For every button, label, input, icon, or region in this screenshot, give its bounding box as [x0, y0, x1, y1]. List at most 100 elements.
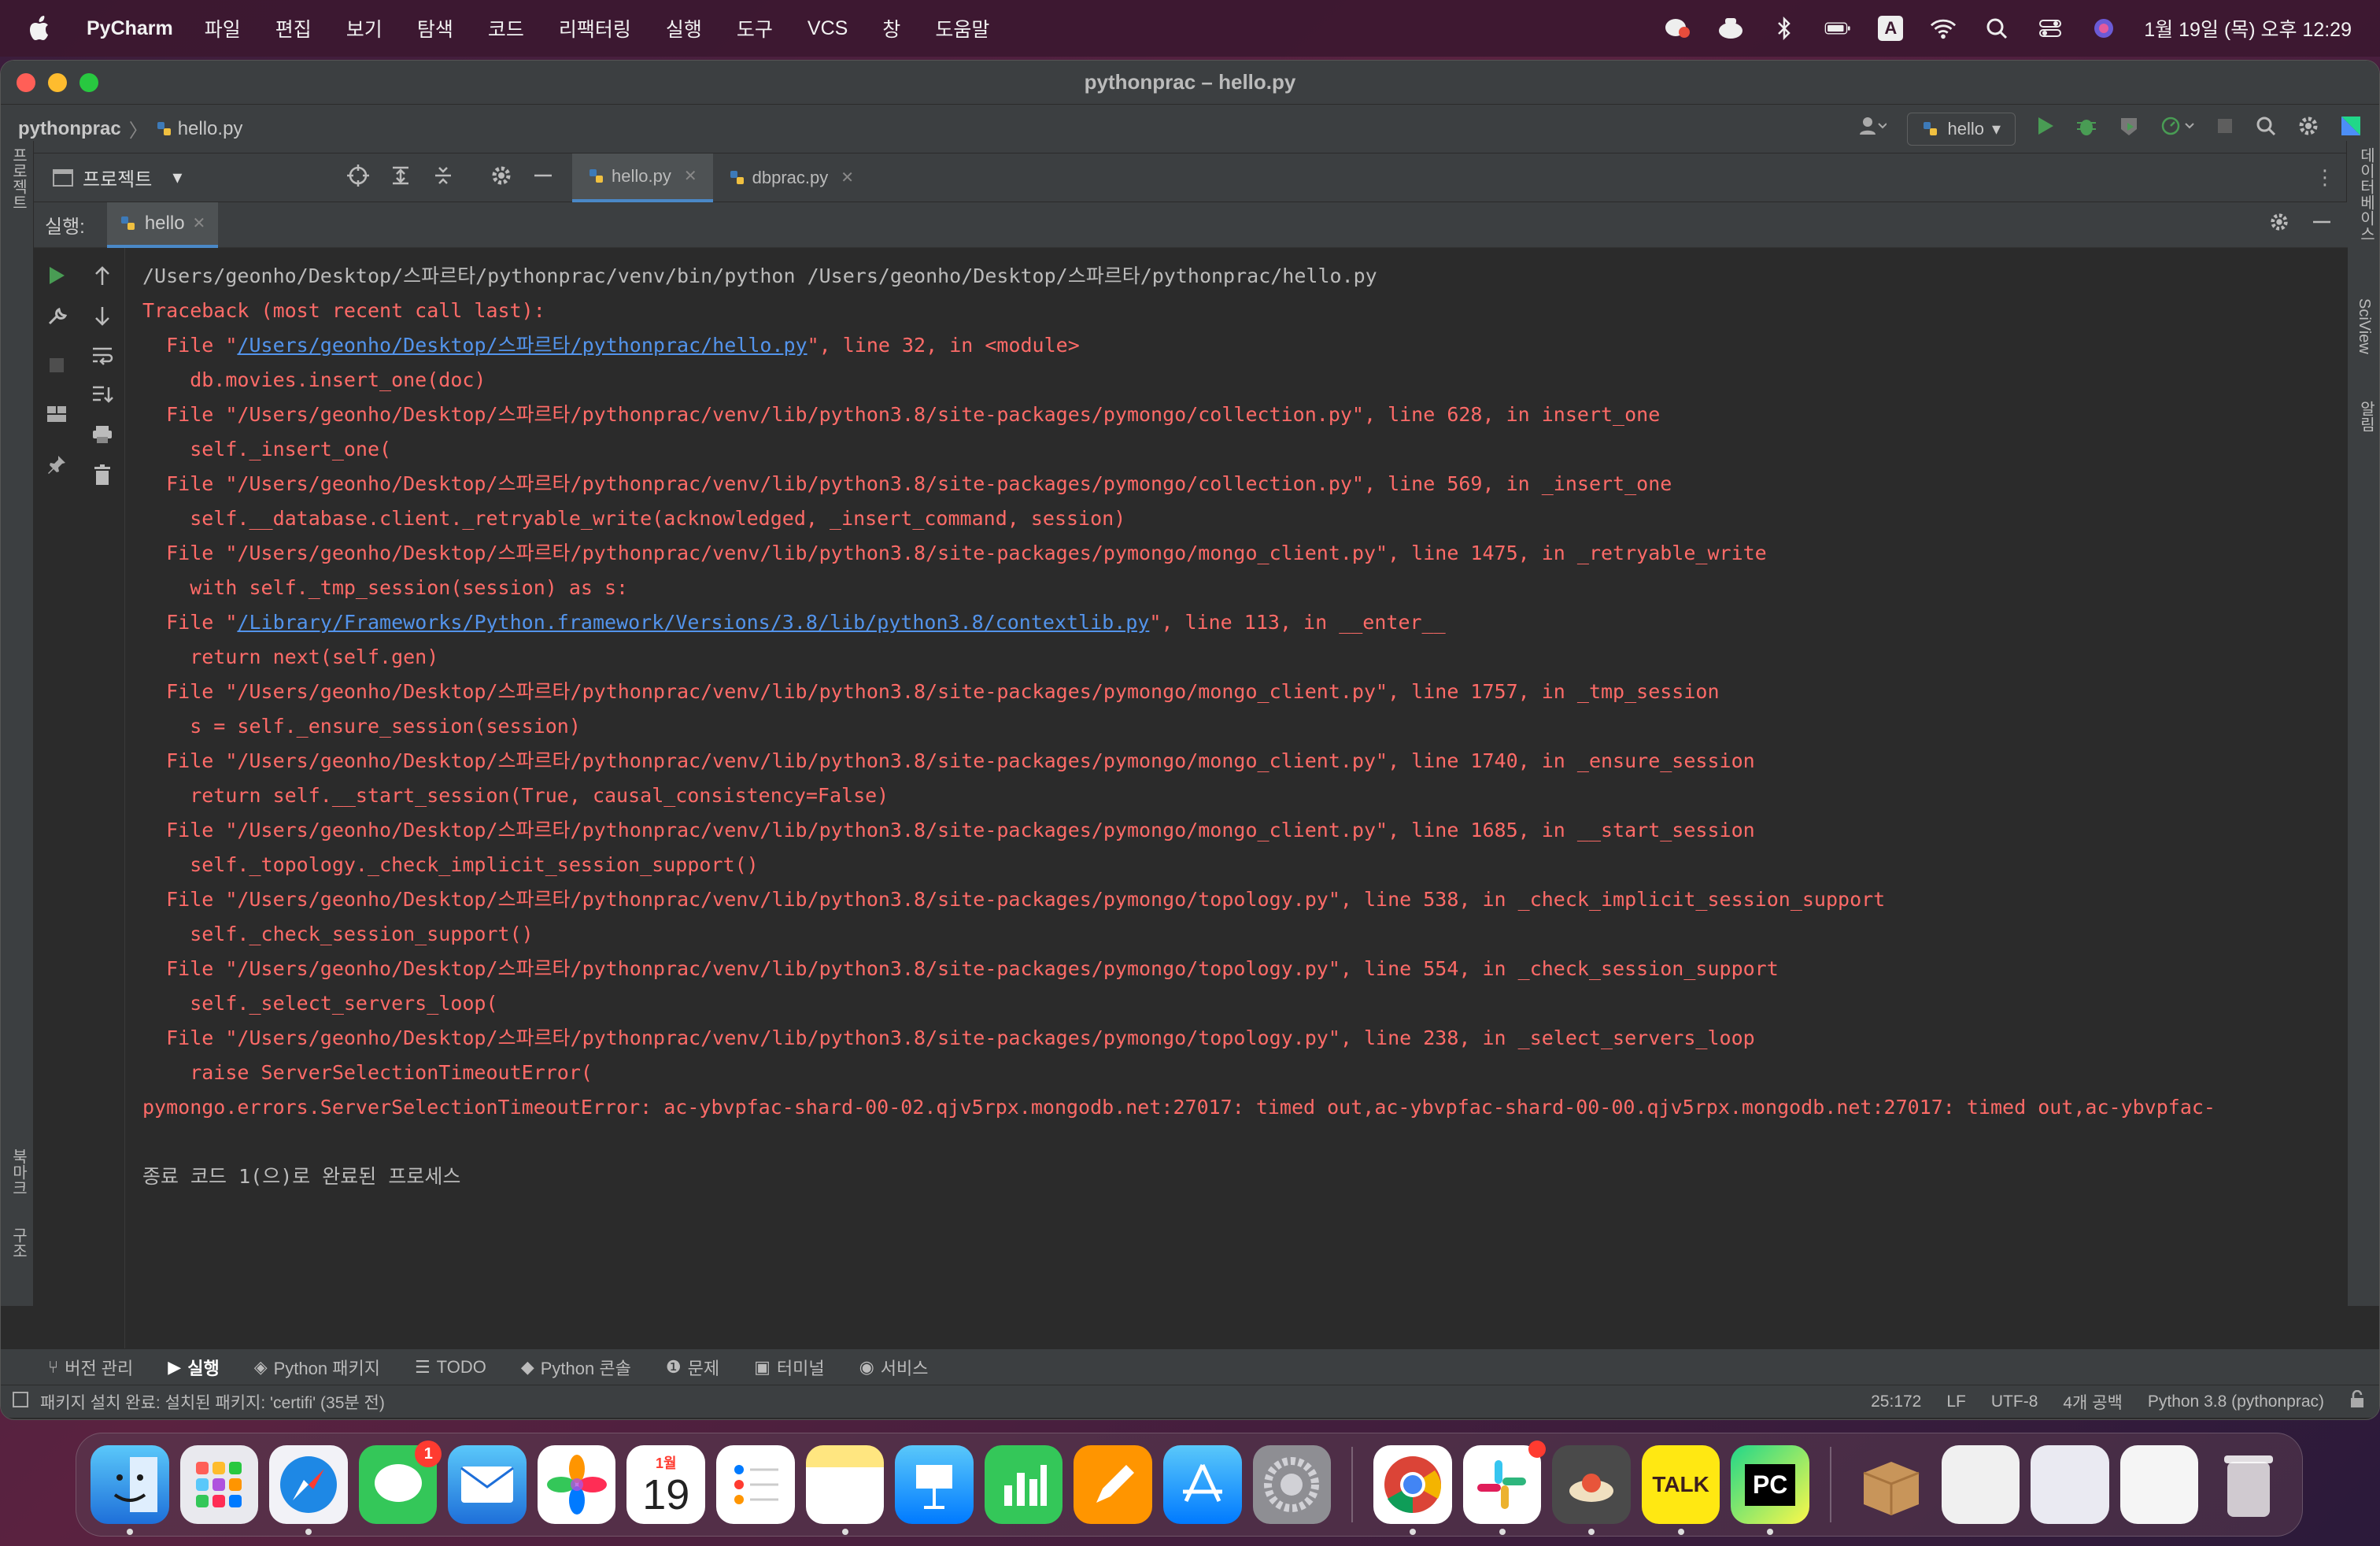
- bookmarks-tool-button[interactable]: 북마크: [7, 1148, 30, 1196]
- menu-navigate[interactable]: 탐색: [417, 14, 453, 43]
- run-icon[interactable]: [2036, 116, 2055, 142]
- app-store-app-icon[interactable]: [1162, 1445, 1242, 1524]
- pycharm-app-icon[interactable]: PC: [1731, 1445, 1809, 1535]
- notes-app-icon[interactable]: [805, 1445, 885, 1535]
- editor-tab-dbprac[interactable]: dbprac.py ✕: [713, 153, 870, 202]
- traceback-file-link[interactable]: /Users/geonho/Desktop/스파르타/pythonprac/he…: [237, 334, 807, 357]
- close-window-button[interactable]: [17, 73, 35, 92]
- run-tab-hello[interactable]: hello ✕: [106, 202, 219, 248]
- recent-window-thumbnail-3[interactable]: [2119, 1445, 2199, 1524]
- wifi-icon[interactable]: [1930, 17, 1957, 40]
- scroll-down-icon[interactable]: [91, 305, 114, 328]
- close-run-tab-icon[interactable]: ✕: [193, 213, 206, 233]
- menu-file[interactable]: 파일: [205, 14, 241, 43]
- siri-icon[interactable]: [2090, 17, 2117, 40]
- edit-config-wrench-icon[interactable]: [45, 305, 68, 328]
- numbers-app-icon[interactable]: [984, 1445, 1063, 1524]
- control-center-icon[interactable]: [2037, 17, 2064, 40]
- structure-tool-button[interactable]: 구조: [7, 1227, 30, 1259]
- search-icon[interactable]: [2255, 115, 2277, 142]
- safari-app-icon[interactable]: [269, 1445, 348, 1535]
- menu-clock[interactable]: 1월 19일 (목) 오후 12:29: [2144, 14, 2352, 43]
- menu-window[interactable]: 창: [882, 14, 900, 43]
- chat-status-icon[interactable]: [1664, 17, 1691, 40]
- run-tool-button[interactable]: ▶ 실행: [168, 1355, 219, 1380]
- indent-setting[interactable]: 4개 공백: [2063, 1390, 2122, 1414]
- more-options-icon[interactable]: ⋮: [2315, 165, 2335, 190]
- downloads-stack-icon[interactable]: [1852, 1445, 1931, 1524]
- pages-app-icon[interactable]: [1074, 1445, 1152, 1524]
- recent-window-thumbnail-2[interactable]: [2031, 1445, 2109, 1524]
- close-tab-icon[interactable]: ✕: [684, 166, 697, 186]
- stop-icon[interactable]: [2216, 117, 2234, 141]
- toggle-tool-windows-icon[interactable]: [12, 1391, 29, 1413]
- editor-tab-hello[interactable]: hello.py ✕: [572, 153, 713, 202]
- bluetooth-icon[interactable]: [1771, 17, 1798, 40]
- sciview-tool-button[interactable]: SciView: [2355, 298, 2373, 354]
- hide-panel-icon[interactable]: [533, 165, 553, 190]
- rerun-icon[interactable]: [45, 264, 68, 287]
- status-message[interactable]: 패키지 설치 완료: 설치된 패키지: 'certifi' (35분 전): [40, 1390, 385, 1414]
- menu-code[interactable]: 코드: [488, 14, 524, 43]
- finder-app-icon[interactable]: [91, 1445, 169, 1535]
- input-source-icon[interactable]: A: [1878, 16, 1904, 41]
- collapse-all-icon[interactable]: [432, 165, 454, 190]
- todo-tool-button[interactable]: ☰ TODO: [415, 1357, 486, 1378]
- run-configuration-selector[interactable]: hello ▾: [1907, 112, 2016, 146]
- stop-process-icon[interactable]: [45, 353, 68, 377]
- messages-app-icon[interactable]: 1: [358, 1441, 442, 1524]
- photos-app-icon[interactable]: [537, 1445, 616, 1524]
- keynote-app-icon[interactable]: [895, 1445, 974, 1524]
- soft-wrap-icon[interactable]: [91, 344, 114, 368]
- profile-icon[interactable]: [2160, 115, 2195, 142]
- slack-app-icon[interactable]: [1462, 1441, 1547, 1535]
- trash-icon[interactable]: [2209, 1445, 2288, 1524]
- jetbrains-logo-icon[interactable]: [2340, 115, 2362, 142]
- project-settings-gear-icon[interactable]: [490, 165, 512, 190]
- scroll-to-end-icon[interactable]: [91, 383, 114, 407]
- run-console-output[interactable]: /Users/geonho/Desktop/스파르타/pythonprac/ve…: [127, 248, 2348, 1350]
- scroll-up-icon[interactable]: [91, 264, 114, 287]
- menu-vcs[interactable]: VCS: [808, 17, 848, 40]
- apple-icon[interactable]: [28, 15, 52, 42]
- lock-icon[interactable]: [2349, 1389, 2365, 1414]
- terminal-tool-button[interactable]: ▣ 터미널: [754, 1355, 825, 1380]
- version-control-tool-button[interactable]: ⑂ 버전 관리: [48, 1355, 133, 1380]
- database-tool-button[interactable]: 데이터베이스: [2355, 147, 2378, 242]
- system-settings-app-icon[interactable]: [1252, 1445, 1332, 1524]
- expand-all-icon[interactable]: [390, 165, 412, 190]
- calendar-app-icon[interactable]: 1월 19: [626, 1445, 706, 1524]
- reminders-app-icon[interactable]: [716, 1445, 795, 1524]
- launchpad-app-icon[interactable]: [179, 1445, 259, 1524]
- project-view-selector[interactable]: 프로젝트 ▾: [1, 164, 331, 191]
- menu-run[interactable]: 실행: [666, 14, 702, 43]
- services-tool-button[interactable]: ◉ 서비스: [859, 1355, 929, 1380]
- debug-icon[interactable]: [2075, 115, 2097, 142]
- settings-gear-icon[interactable]: [2297, 115, 2319, 142]
- locate-file-icon[interactable]: [347, 165, 369, 190]
- potato-app-icon[interactable]: [1552, 1445, 1631, 1535]
- zoom-window-button[interactable]: [79, 73, 98, 92]
- recent-window-thumbnail-1[interactable]: [1941, 1445, 2020, 1524]
- file-encoding[interactable]: UTF-8: [1991, 1393, 2038, 1411]
- caret-position[interactable]: 25:172: [1871, 1393, 1921, 1411]
- menu-refactor[interactable]: 리팩터링: [559, 14, 631, 43]
- run-settings-gear-icon[interactable]: [2269, 212, 2289, 238]
- cloud-status-icon[interactable]: [1717, 17, 1744, 40]
- menu-tools[interactable]: 도구: [737, 14, 773, 43]
- menu-edit[interactable]: 편집: [275, 14, 312, 43]
- project-tool-button[interactable]: 프로젝트: [7, 147, 30, 210]
- battery-icon[interactable]: [1824, 17, 1851, 40]
- breadcrumb-file[interactable]: hello.py: [156, 118, 242, 140]
- close-tab-icon[interactable]: ✕: [841, 168, 854, 187]
- mail-app-icon[interactable]: [448, 1445, 527, 1524]
- print-icon[interactable]: [91, 423, 114, 446]
- python-interpreter[interactable]: Python 3.8 (pythonprac): [2148, 1393, 2324, 1411]
- kakaotalk-app-icon[interactable]: TALK: [1641, 1445, 1720, 1535]
- notifications-tool-button[interactable]: 알림: [2355, 401, 2378, 432]
- pin-tab-icon[interactable]: [45, 453, 68, 476]
- app-name-menu[interactable]: PyCharm: [87, 17, 173, 40]
- python-packages-tool-button[interactable]: ◈ Python 패키지: [254, 1355, 380, 1380]
- minimize-window-button[interactable]: [48, 73, 67, 92]
- account-icon[interactable]: [1860, 116, 1888, 142]
